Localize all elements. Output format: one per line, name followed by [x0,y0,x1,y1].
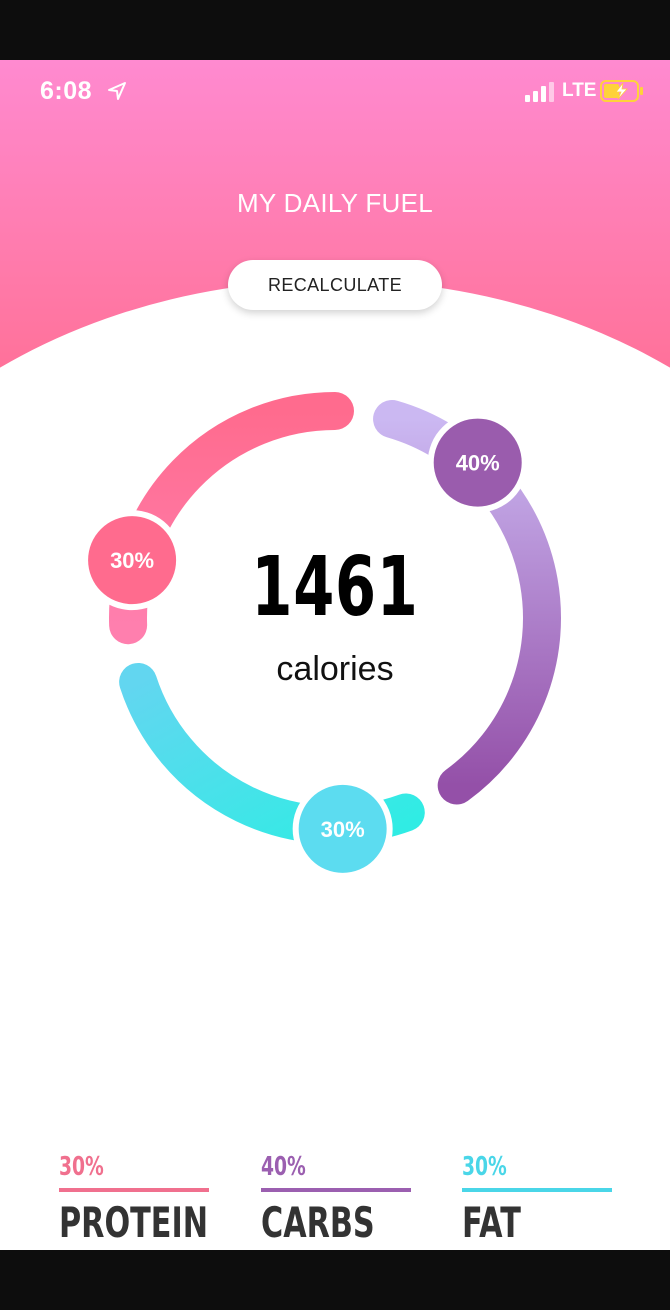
percent-badge-label: 40% [456,451,500,476]
calories-label: calories [276,650,394,688]
bottom-letterbox [0,1250,670,1310]
macro-fat: 30% FAT [462,1152,612,1247]
macro-name: CARBS [261,1198,375,1247]
macro-protein: 30% PROTEIN [59,1152,209,1247]
percent-badge-label: 30% [321,817,365,842]
macro-underline [59,1188,209,1192]
macro-percent: 30% [462,1152,507,1182]
calories-value: 1461 [251,540,419,635]
macro-percent: 30% [59,1152,104,1182]
macro-name: PROTEIN [59,1198,209,1247]
macro-underline [261,1188,411,1192]
macro-underline [462,1188,612,1192]
macro-name: FAT [462,1198,521,1247]
macro-carbs: 40% CARBS [261,1152,411,1247]
app-screen: 6:08 LTE MY DAILY FUEL RECALCULATE 30% 4… [0,60,670,1250]
macro-percent: 40% [261,1152,306,1182]
